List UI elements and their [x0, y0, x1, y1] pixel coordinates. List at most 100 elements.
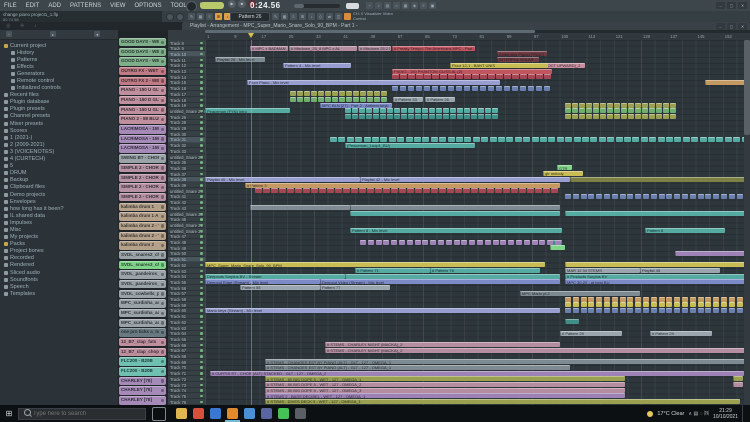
track-mute-dot[interactable]	[200, 161, 203, 164]
pattern-clip[interactable]	[422, 240, 428, 245]
pattern-clip[interactable]	[548, 137, 555, 142]
mute-dot[interactable]	[161, 321, 165, 325]
mute-dot[interactable]	[161, 234, 165, 238]
pattern-clip[interactable]	[443, 114, 449, 119]
pattern-clip[interactable]	[481, 137, 488, 142]
playlist-clip[interactable]	[345, 274, 560, 279]
pattern-clip[interactable]	[436, 114, 442, 119]
pattern-clip[interactable]	[387, 108, 393, 113]
pattern-clip[interactable]	[383, 240, 389, 245]
track-mute-dot[interactable]	[200, 53, 203, 56]
pattern-clip[interactable]	[387, 114, 393, 119]
track-mute-dot[interactable]	[200, 42, 203, 45]
pattern-clip[interactable]	[690, 297, 696, 302]
pattern-clip[interactable]	[432, 86, 438, 91]
pattern-clip[interactable]	[532, 240, 538, 245]
picker-clip[interactable]: SIMPLE 2 - CHOR AL	[119, 193, 166, 201]
pattern-clip[interactable]	[424, 74, 431, 79]
pattern-clip[interactable]	[279, 188, 286, 193]
pattern-clip[interactable]	[725, 137, 732, 142]
mute-dot[interactable]	[161, 108, 165, 112]
pattern-clip[interactable]	[666, 194, 672, 199]
pattern-clip[interactable]	[297, 91, 303, 96]
menu-patterns[interactable]: PATTERNS	[68, 3, 103, 9]
pattern-clip[interactable]	[346, 97, 352, 102]
browser-item[interactable]: Misc	[0, 226, 112, 233]
playlist-clip[interactable]	[350, 205, 560, 210]
picker-clip[interactable]: 12_B7_clap_chops	[119, 348, 166, 356]
pattern-clip[interactable]	[472, 86, 478, 91]
pattern-clip[interactable]	[401, 114, 407, 119]
playlist-clip[interactable]: Mario keys (Stream) - Mix level	[205, 308, 560, 313]
menu-add[interactable]: ADD	[46, 3, 63, 9]
pattern-clip[interactable]	[443, 108, 449, 113]
pattern-clip[interactable]	[599, 137, 606, 142]
picker-clip[interactable]: SVDL_cowbells_per	[119, 290, 166, 298]
start-button[interactable]: ⊞	[0, 405, 18, 422]
pattern-clip[interactable]	[572, 114, 578, 119]
picker-clip[interactable]: PIANO - 150 D GLT AL	[119, 96, 166, 104]
pattern-clip[interactable]	[737, 194, 743, 199]
mute-dot[interactable]	[161, 370, 165, 374]
pattern-clip[interactable]	[303, 188, 310, 193]
browser-item[interactable]: History	[0, 49, 112, 56]
track-mute-dot[interactable]	[200, 270, 203, 273]
pattern-clip[interactable]	[596, 308, 602, 313]
track-mute-dot[interactable]	[200, 213, 203, 216]
pattern-clip[interactable]	[700, 137, 707, 142]
playlist-clip[interactable]	[570, 177, 750, 182]
pattern-clip[interactable]	[380, 137, 387, 142]
pattern-clip[interactable]	[656, 114, 662, 119]
toolbar-icon-0[interactable]: ◔	[366, 2, 373, 9]
pattern-clip[interactable]	[596, 302, 602, 307]
playlist-clip[interactable]: # STEMS - CHARLEY NIGHT (MACKA)_2	[325, 342, 560, 347]
pattern-clip[interactable]	[659, 194, 665, 199]
browser-item[interactable]: 1 (2021-)	[0, 134, 112, 141]
pattern-clip[interactable]	[397, 137, 404, 142]
track-mute-dot[interactable]	[200, 81, 203, 84]
pattern-clip[interactable]	[416, 86, 422, 91]
playlist-clip[interactable]: # Pattern 33	[393, 97, 423, 102]
pattern-clip[interactable]	[366, 108, 372, 113]
pattern-clip[interactable]	[500, 240, 506, 245]
pattern-clip[interactable]	[565, 114, 571, 119]
picker-clip[interactable]: SVDL_snares2_char	[119, 251, 166, 259]
pattern-clip[interactable]	[600, 114, 606, 119]
paint-tool-icon-0[interactable]: ✎	[272, 13, 279, 20]
track-mute-dot[interactable]	[200, 201, 203, 204]
pattern-clip[interactable]	[643, 302, 649, 307]
pattern-clip[interactable]	[572, 103, 578, 108]
taskbar-search-input[interactable]	[18, 408, 146, 420]
pattern-clip[interactable]	[536, 86, 542, 91]
track-mute-dot[interactable]	[200, 241, 203, 244]
pattern-clip[interactable]	[255, 188, 262, 193]
pattern-clip[interactable]	[415, 240, 421, 245]
pattern-clip[interactable]	[666, 137, 673, 142]
pattern-clip[interactable]	[649, 114, 655, 119]
track-mute-dot[interactable]	[200, 247, 203, 250]
browser-item[interactable]: Rendered	[0, 262, 112, 269]
pattern-clip[interactable]	[656, 108, 662, 113]
pattern-clip[interactable]	[440, 74, 447, 79]
pattern-clip[interactable]	[579, 108, 585, 113]
pattern-clip[interactable]	[593, 114, 599, 119]
pattern-clip[interactable]	[290, 97, 296, 102]
pattern-clip[interactable]	[527, 188, 534, 193]
pattern-clip[interactable]	[374, 91, 380, 96]
track-mute-dot[interactable]	[200, 252, 203, 255]
pattern-clip[interactable]	[543, 188, 550, 193]
pattern-clip[interactable]	[287, 188, 294, 193]
browser-item[interactable]: Soundfonts	[0, 276, 112, 283]
pattern-clip[interactable]	[479, 188, 486, 193]
track-mute-dot[interactable]	[200, 292, 203, 295]
menu-edit[interactable]: EDIT	[24, 3, 42, 9]
task-view-icon[interactable]	[152, 407, 166, 421]
pattern-clip[interactable]	[632, 137, 639, 142]
browser-item[interactable]: IL shared data	[0, 212, 112, 219]
track-mute-dot[interactable]	[200, 121, 203, 124]
pattern-clip[interactable]	[471, 114, 477, 119]
browser-item[interactable]: Scores	[0, 127, 112, 134]
pattern-clip[interactable]	[635, 114, 641, 119]
picker-clip[interactable]: LACRIMOSA - 155 FALL AL	[119, 135, 166, 143]
pattern-clip[interactable]	[582, 137, 589, 142]
